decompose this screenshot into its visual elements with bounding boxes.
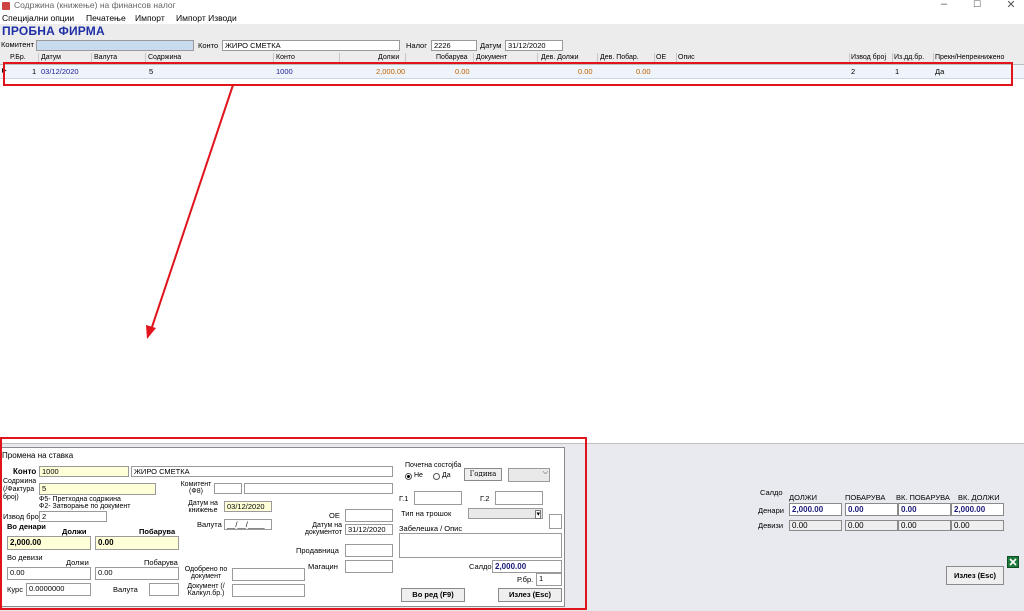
col-header[interactable]: Опис — [678, 54, 695, 61]
company-banner: ПРОБНА ФИРМА — [0, 24, 1024, 38]
saldo-header: ДОЛЖИ — [789, 493, 818, 502]
saldo-den-dolzi: 2,000.00 — [789, 503, 842, 516]
col-header[interactable]: Валута — [94, 54, 117, 61]
menu-special-options[interactable]: Специјални опции — [2, 13, 74, 23]
saldo-den-vk-dolzi: 2,000.00 — [951, 503, 1004, 516]
nalog-label: Налог — [406, 41, 427, 50]
col-header[interactable]: Дев. Побар. — [600, 54, 639, 61]
col-header[interactable]: Прекн/Непрекнижено — [935, 54, 1004, 61]
menu-import-statements[interactable]: Импорт Изводи — [176, 13, 237, 23]
saldo-header: ВК. ПОБАРУВА — [896, 493, 950, 502]
minimize-icon[interactable]: – — [936, 0, 952, 10]
col-header[interactable]: ОЕ — [656, 54, 666, 61]
saldo-panel: Салдо ДОЛЖИ ПОБАРУВА ВК. ПОБАРУВА ВК. ДО… — [755, 486, 1005, 534]
col-header[interactable]: Побарува — [436, 54, 468, 61]
datum-field[interactable]: 31/12/2020 — [505, 40, 563, 51]
saldo-devizi-label: Девизи — [758, 521, 784, 530]
window-title: Содржина (книжење) на финансов налог — [14, 0, 176, 10]
saldo-dev-vk-pobaruva: 0.00 — [898, 520, 951, 531]
title-bar: Содржина (книжење) на финансов налог – ☐… — [0, 0, 1024, 12]
konto-label: Конто — [198, 41, 219, 50]
col-header[interactable]: Датум — [41, 54, 61, 61]
saldo-header: ВК. ДОЛЖИ — [958, 493, 1000, 502]
saldo-denari-label: Денари — [758, 506, 784, 515]
col-header[interactable]: Р.Бр. — [10, 54, 26, 61]
menu-bar: Специјални опции Печатење Импорт Импорт … — [0, 12, 1024, 24]
annotation-highlight-row — [3, 62, 1013, 86]
col-header[interactable]: Должи — [378, 54, 399, 61]
main-izlez-button[interactable]: Излез (Esc) — [946, 566, 1004, 585]
col-header[interactable]: Документ — [476, 54, 507, 61]
maximize-icon[interactable]: ☐ — [969, 0, 985, 10]
filter-bar: Комитент Конто ЖИРО СМЕТКА Налог 2226 Да… — [0, 38, 1024, 53]
col-header[interactable]: Дев. Должи — [541, 54, 578, 61]
saldo-title: Салдо — [760, 488, 783, 497]
saldo-dev-vk-dolzi: 0.00 — [951, 520, 1004, 531]
company-name: ПРОБНА ФИРМА — [2, 24, 105, 38]
col-header[interactable]: Из.дд.бр. — [894, 54, 924, 61]
komitent-field[interactable] — [36, 40, 194, 51]
saldo-dev-dolzi: 0.00 — [789, 520, 842, 531]
saldo-den-vk-pobaruva: 0.00 — [898, 503, 951, 516]
close-icon[interactable]: ✕ — [1003, 0, 1019, 11]
annotation-highlight-dialog — [0, 437, 587, 610]
menu-import[interactable]: Импорт — [135, 13, 165, 23]
menu-printing[interactable]: Печатење — [86, 13, 126, 23]
excel-export-icon[interactable] — [1007, 556, 1019, 568]
col-header[interactable]: Содржина — [148, 54, 181, 61]
saldo-header: ПОБАРУВА — [845, 493, 886, 502]
app-icon — [2, 2, 10, 10]
konto-name-field[interactable]: ЖИРО СМЕТКА — [222, 40, 400, 51]
datum-label: Датум — [480, 41, 502, 50]
saldo-dev-pobaruva: 0.00 — [845, 520, 898, 531]
komitent-label: Комитент — [1, 40, 34, 49]
saldo-den-pobaruva: 0.00 — [845, 503, 898, 516]
nalog-field[interactable]: 2226 — [431, 40, 477, 51]
col-header[interactable]: Извод број — [851, 54, 886, 61]
col-header[interactable]: Конто — [276, 54, 295, 61]
